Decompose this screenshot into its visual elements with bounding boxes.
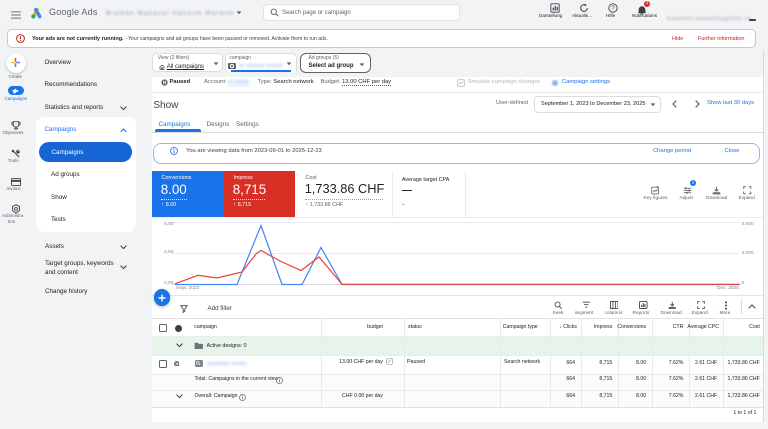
svg-text:?: ? [611, 5, 615, 12]
